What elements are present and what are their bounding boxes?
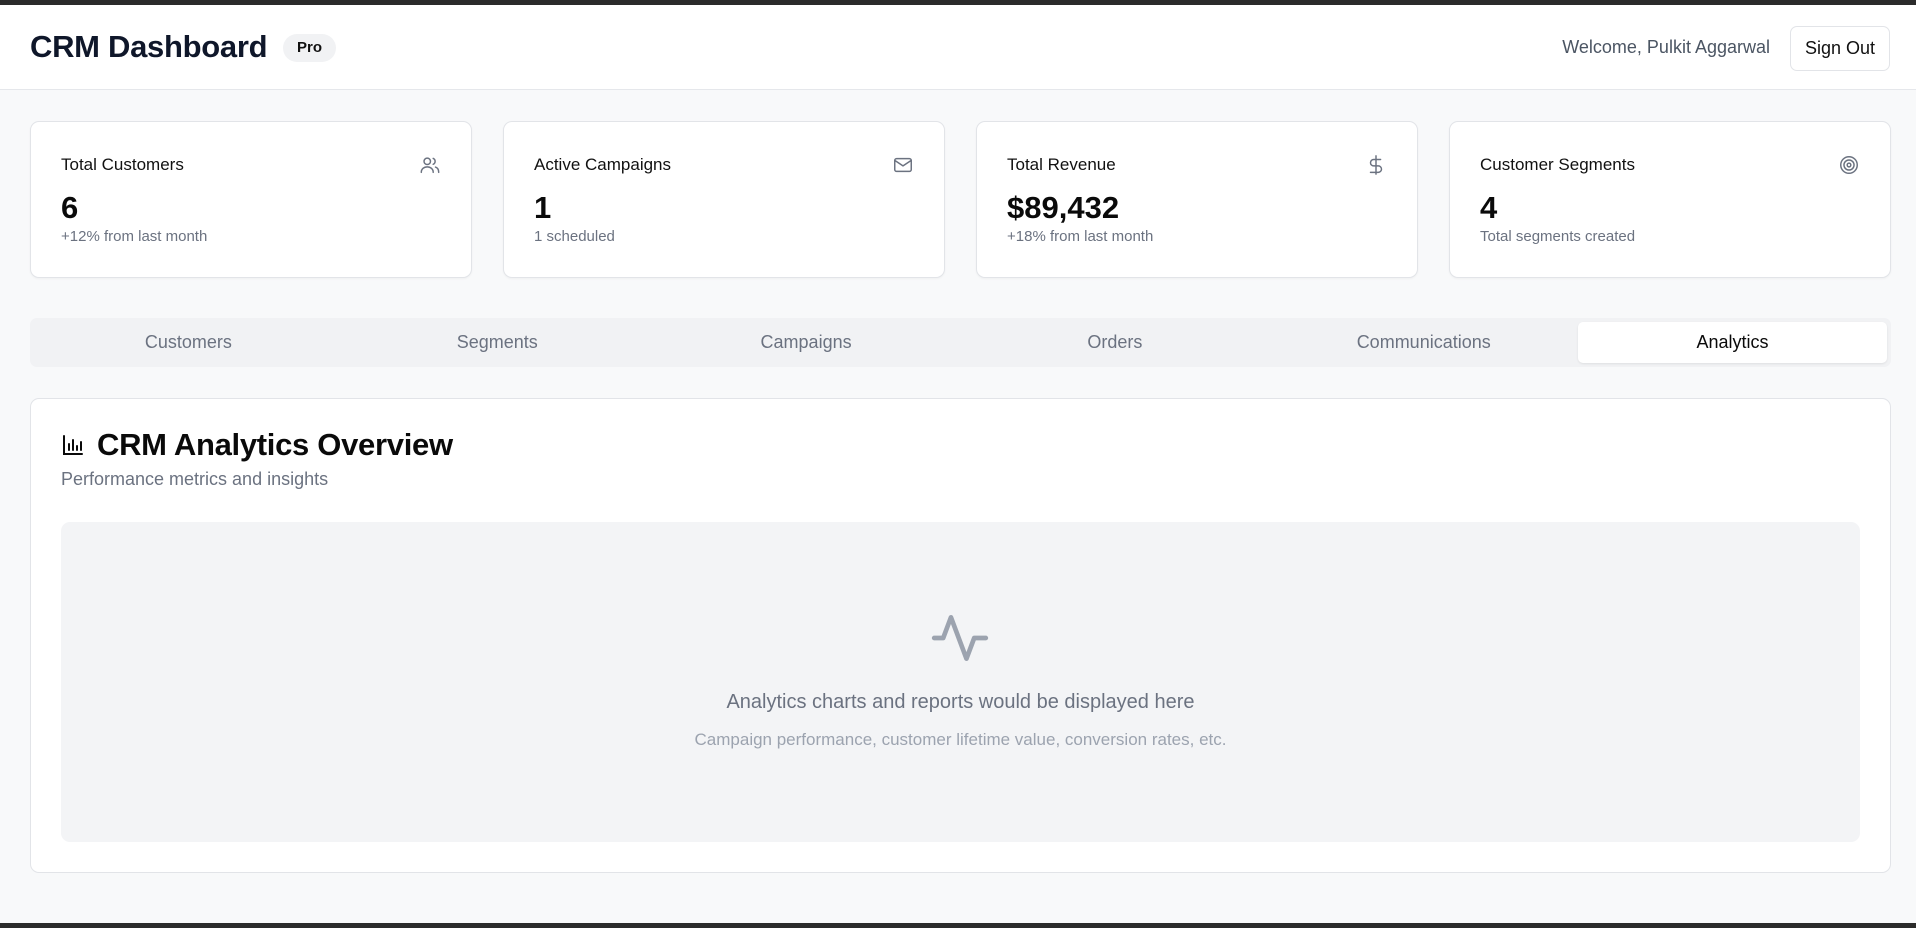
- stat-label: Total Customers: [61, 155, 184, 174]
- stat-card-total-customers: Total Customers 6 +12% from last month: [30, 121, 472, 278]
- analytics-panel: CRM Analytics Overview Performance metri…: [30, 398, 1891, 873]
- stat-sub: +18% from last month: [1007, 228, 1154, 245]
- mail-icon: [892, 154, 914, 176]
- dollar-icon: [1365, 154, 1387, 176]
- analytics-placeholder: Analytics charts and reports would be di…: [61, 522, 1860, 842]
- stat-label: Total Revenue: [1007, 155, 1116, 174]
- stat-sub: 1 scheduled: [534, 228, 615, 245]
- placeholder-title: Analytics charts and reports would be di…: [726, 691, 1195, 713]
- stat-card-total-revenue: Total Revenue $89,432 +18% from last mon…: [976, 121, 1418, 278]
- stat-card-active-campaigns: Active Campaigns 1 1 scheduled: [503, 121, 945, 278]
- sign-out-button[interactable]: Sign Out: [1790, 26, 1890, 71]
- stat-value: 6: [61, 190, 79, 225]
- activity-icon: [929, 607, 991, 669]
- placeholder-subtitle: Campaign performance, customer lifetime …: [694, 730, 1227, 749]
- panel-title: CRM Analytics Overview: [97, 427, 453, 462]
- tab-bar: Customers Segments Campaigns Orders Comm…: [30, 318, 1891, 367]
- stat-label: Active Campaigns: [534, 155, 672, 174]
- users-icon: [419, 154, 441, 176]
- tab-segments[interactable]: Segments: [343, 322, 652, 363]
- tab-orders[interactable]: Orders: [960, 322, 1269, 363]
- welcome-text: Welcome, Pulkit Aggarwal: [1562, 37, 1770, 57]
- stat-sub: +12% from last month: [61, 228, 208, 245]
- tab-analytics[interactable]: Analytics: [1578, 322, 1887, 363]
- app-header: CRM Dashboard Pro Welcome, Pulkit Aggarw…: [0, 5, 1916, 90]
- stats-row: Total Customers 6 +12% from last month A…: [30, 121, 1891, 278]
- panel-header: CRM Analytics Overview: [61, 427, 453, 463]
- bottom-edge: [0, 923, 1916, 928]
- plan-badge: Pro: [283, 34, 337, 62]
- tab-communications[interactable]: Communications: [1269, 322, 1578, 363]
- stat-label: Customer Segments: [1480, 155, 1635, 174]
- stat-value: 4: [1480, 190, 1498, 225]
- stat-value: 1: [534, 190, 552, 225]
- bar-chart-icon: [61, 433, 85, 457]
- tab-customers[interactable]: Customers: [34, 322, 343, 363]
- app-title: CRM Dashboard: [30, 29, 268, 64]
- panel-subtitle: Performance metrics and insights: [61, 469, 329, 489]
- stat-value: $89,432: [1007, 190, 1120, 225]
- stat-card-customer-segments: Customer Segments 4 Total segments creat…: [1449, 121, 1891, 278]
- stat-sub: Total segments created: [1480, 228, 1636, 245]
- tab-campaigns[interactable]: Campaigns: [652, 322, 961, 363]
- target-icon: [1838, 154, 1860, 176]
